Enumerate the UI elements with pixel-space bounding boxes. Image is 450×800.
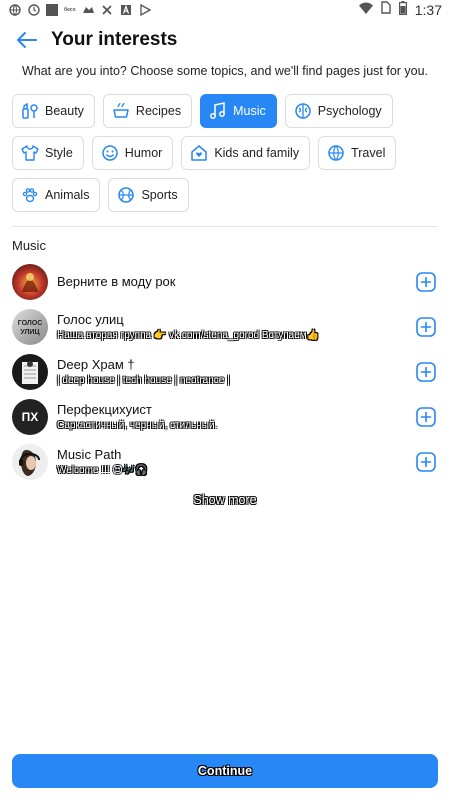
list-item[interactable]: ПХ Перфекцихуист Саркастичный, черный, с…	[0, 394, 450, 439]
beauty-icon	[22, 102, 38, 119]
pages-list: Верните в моду рок ГОЛОС УЛИЦ Голос улиц…	[0, 259, 450, 484]
status-left-text: бесо	[64, 7, 76, 13]
chip-sports[interactable]: Sports	[108, 178, 189, 212]
continue-button[interactable]: Continue	[12, 754, 438, 788]
chip-row: Beauty Recipes Music Psychology	[12, 94, 442, 128]
arrow-left-icon	[17, 32, 37, 48]
a-icon	[120, 4, 133, 17]
item-name: Deep Храм †	[57, 357, 135, 372]
chip-label: Travel	[351, 146, 386, 160]
divider	[12, 226, 438, 227]
item-description: Наша вторая группа 👉 vk.com/stena_gorod …	[57, 330, 320, 341]
list-item[interactable]: Верните в моду рок	[0, 259, 450, 304]
play-icon	[139, 4, 152, 17]
chip-label: Recipes	[135, 104, 182, 118]
avatar: ПХ	[12, 398, 48, 435]
continue-label: Continue	[197, 764, 253, 778]
item-name: Верните в моду рок	[57, 274, 176, 289]
list-item[interactable]: Deep Храм † | deep house | tech house | …	[0, 349, 450, 394]
chip-row: Style Humor Kids and family Travel	[12, 136, 442, 170]
item-text: Голос улиц Наша вторая группа 👉 vk.com/s…	[57, 312, 416, 341]
list-item[interactable]: Music Path Welcome !!! 😌🎶🎧	[0, 439, 450, 484]
item-name: Голос улиц	[57, 312, 124, 327]
chip-label: Kids and family	[214, 146, 300, 160]
svg-text:ПХ: ПХ	[22, 410, 39, 424]
square-icon	[46, 4, 58, 16]
chip-row: Animals Sports	[12, 178, 442, 212]
status-bar: бесо 1:37	[0, 0, 450, 20]
chip-music[interactable]: Music	[200, 94, 277, 128]
section-title: Music	[12, 238, 46, 253]
wifi-globe-icon	[8, 4, 21, 17]
paw-icon	[22, 188, 38, 203]
avatar	[12, 443, 48, 480]
add-icon[interactable]	[416, 406, 436, 427]
pot-icon	[113, 102, 129, 118]
globe-icon	[328, 145, 344, 161]
show-more-link[interactable]: Show more	[0, 493, 450, 507]
music-icon	[210, 102, 226, 119]
chip-humor[interactable]: Humor	[91, 136, 174, 170]
item-text: Deep Храм † | deep house | tech house | …	[57, 357, 416, 386]
chip-travel[interactable]: Travel	[318, 136, 397, 170]
item-description: Саркастичный, черный, стильный.	[57, 420, 218, 431]
chip-style[interactable]: Style	[12, 136, 84, 170]
chip-beauty[interactable]: Beauty	[12, 94, 95, 128]
item-description: Welcome !!! 😌🎶🎧	[57, 465, 148, 476]
item-description: | deep house | tech house | neotrance |	[57, 375, 230, 386]
item-text: Верните в моду рок	[57, 274, 416, 289]
item-text: Music Path Welcome !!! 😌🎶🎧	[57, 447, 416, 476]
smile-icon	[102, 145, 118, 161]
topic-chips: Beauty Recipes Music Psychology Style Hu…	[12, 94, 442, 220]
chip-label: Psychology	[317, 104, 382, 118]
avatar	[12, 353, 48, 390]
add-icon[interactable]	[416, 316, 436, 337]
chip-label: Style	[45, 146, 73, 160]
chip-animals[interactable]: Animals	[12, 178, 101, 212]
subtitle: What are you into? Choose some topics, a…	[21, 64, 429, 78]
item-name: Music Path	[57, 447, 122, 462]
item-text: Перфекцихуист Саркастичный, черный, стил…	[57, 402, 416, 431]
svg-text:УЛИЦ: УЛИЦ	[20, 329, 40, 336]
chip-psychology[interactable]: Psychology	[284, 94, 393, 128]
ball-icon	[118, 187, 135, 203]
wifi-icon	[358, 1, 373, 19]
chip-label: Beauty	[45, 104, 84, 118]
back-button[interactable]	[10, 23, 44, 57]
tools-icon	[101, 4, 114, 17]
chip-label: Music	[233, 104, 266, 118]
chip-kids-and-family[interactable]: Kids and family	[181, 136, 311, 170]
brain-icon	[295, 103, 311, 119]
chip-recipes[interactable]: Recipes	[102, 94, 193, 128]
header: Your interests	[0, 22, 450, 58]
status-left: бесо	[8, 4, 152, 17]
battery-icon	[398, 0, 407, 20]
item-name: Перфекцихуист	[57, 402, 152, 417]
cat-icon	[82, 4, 95, 17]
add-icon[interactable]	[416, 271, 436, 292]
svg-text:ГОЛОС: ГОЛОС	[18, 320, 43, 327]
add-icon[interactable]	[416, 451, 436, 472]
chip-label: Sports	[141, 188, 178, 202]
avatar: ГОЛОС УЛИЦ	[12, 308, 48, 345]
status-time: 1:37	[414, 2, 442, 18]
clock-icon	[27, 4, 40, 17]
home-heart-icon	[191, 145, 208, 161]
list-item[interactable]: ГОЛОС УЛИЦ Голос улиц Наша вторая группа…	[0, 304, 450, 349]
chip-label: Humor	[124, 146, 163, 160]
add-icon[interactable]	[416, 361, 436, 382]
status-right: 1:37	[358, 0, 442, 20]
chip-label: Animals	[45, 188, 90, 202]
page-title: Your interests	[51, 29, 178, 50]
avatar	[12, 263, 48, 300]
sim-icon	[381, 1, 391, 19]
tshirt-icon	[21, 145, 39, 161]
